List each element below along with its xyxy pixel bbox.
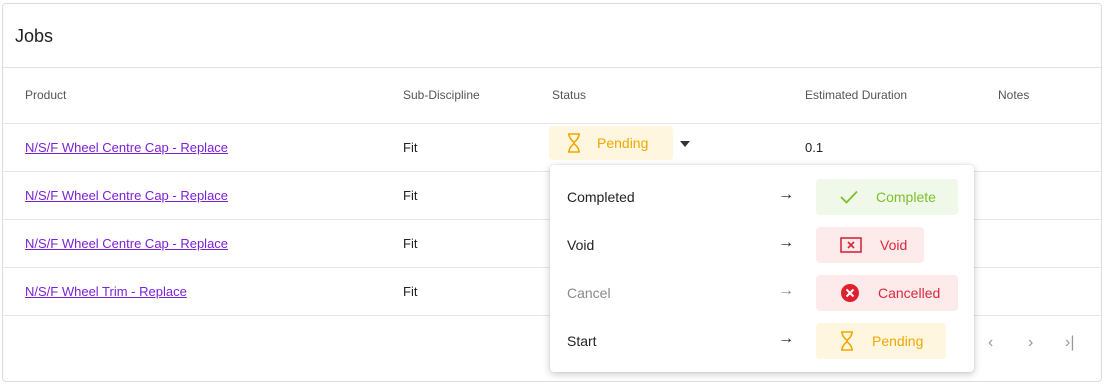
status-chip-void: Void	[816, 227, 924, 263]
status-chip-complete: Complete	[816, 179, 958, 215]
arrow-right-icon: →	[778, 282, 794, 299]
status-chip-label: Cancelled	[878, 285, 941, 301]
status-chip-pending: Pending	[816, 323, 946, 359]
sub-discipline-cell: Fit	[403, 140, 418, 155]
title-divider	[3, 67, 1101, 68]
sub-discipline-cell: Fit	[403, 236, 418, 251]
next-page-icon[interactable]: ›	[1028, 334, 1033, 352]
chevron-down-icon[interactable]	[680, 141, 690, 147]
product-link[interactable]: N/S/F Wheel Trim - Replace	[25, 284, 187, 299]
arrow-right-icon: →	[778, 186, 794, 203]
sub-discipline-cell: Fit	[403, 188, 418, 203]
column-header-notes: Notes	[998, 88, 1030, 102]
menu-item-label: Cancel	[567, 285, 611, 301]
product-link[interactable]: N/S/F Wheel Centre Cap - Replace	[25, 188, 228, 203]
arrow-right-icon: →	[778, 234, 794, 251]
menu-item-label: Start	[567, 333, 597, 349]
status-chip-label: Pending	[872, 333, 924, 349]
status-chip-cancelled: Cancelled	[816, 275, 958, 311]
menu-item-void[interactable]: Void → Void	[550, 221, 974, 269]
hourglass-icon	[840, 331, 854, 351]
product-link[interactable]: N/S/F Wheel Centre Cap - Replace	[25, 236, 228, 251]
hourglass-icon	[567, 133, 581, 153]
last-page-icon[interactable]: ›|	[1065, 334, 1074, 352]
check-icon	[840, 190, 858, 204]
status-selector[interactable]: Pending	[549, 126, 673, 160]
column-header-product: Product	[25, 88, 67, 102]
column-header-sub-discipline: Sub-Discipline	[403, 88, 480, 102]
menu-item-label: Void	[567, 237, 595, 253]
menu-item-start[interactable]: Start → Pending	[550, 317, 974, 365]
status-chip-label: Complete	[876, 189, 936, 205]
column-header-status: Status	[552, 88, 587, 102]
status-label: Pending	[597, 135, 649, 151]
status-dropdown-menu: Completed → Complete Void → Void Cancel …	[550, 165, 974, 372]
menu-item-completed[interactable]: Completed → Complete	[550, 173, 974, 221]
cancel-circle-icon	[840, 283, 860, 303]
menu-item-cancel[interactable]: Cancel → Cancelled	[550, 269, 974, 317]
product-link[interactable]: N/S/F Wheel Centre Cap - Replace	[25, 140, 228, 155]
previous-page-icon[interactable]: ‹	[988, 334, 993, 352]
arrow-right-icon: →	[778, 330, 794, 347]
menu-item-label: Completed	[567, 189, 635, 205]
sub-discipline-cell: Fit	[403, 284, 418, 299]
header-divider	[3, 123, 1101, 124]
card-title: Jobs	[15, 26, 54, 46]
status-chip-label: Void	[880, 237, 908, 253]
column-header-estimated-duration: Estimated Duration	[805, 88, 908, 102]
void-box-icon	[840, 237, 862, 253]
estimated-duration-cell: 0.1	[805, 140, 824, 155]
